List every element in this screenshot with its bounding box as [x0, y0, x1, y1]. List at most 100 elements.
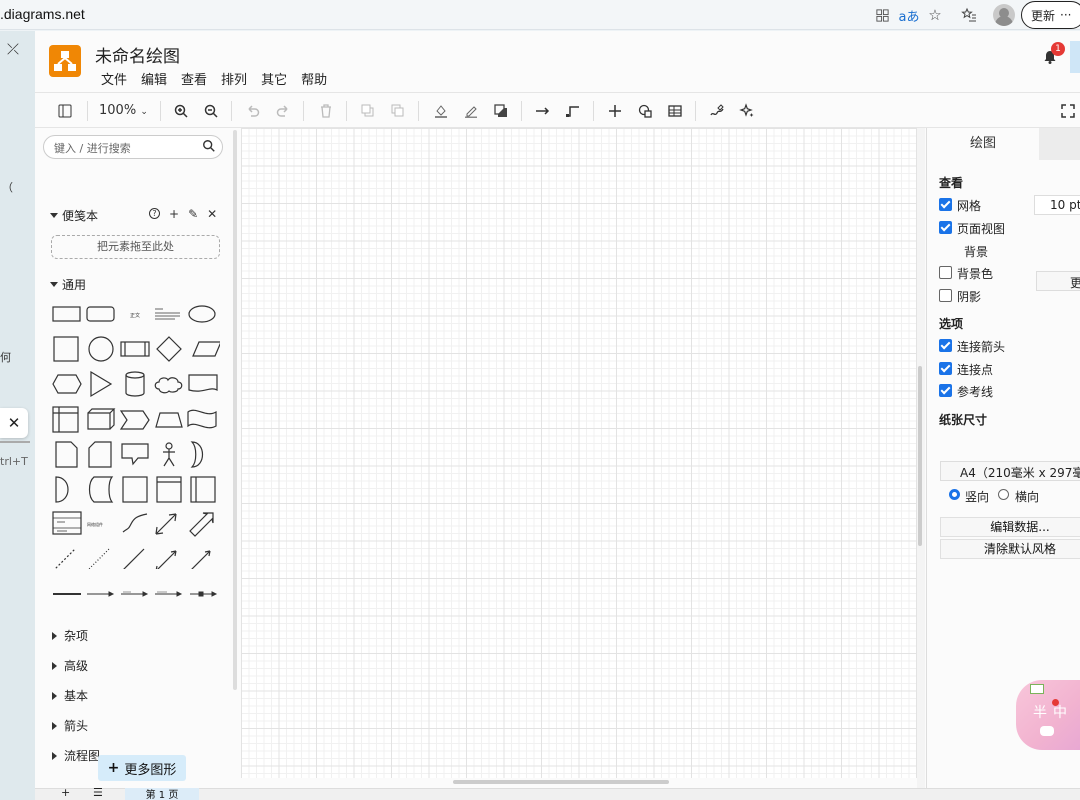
format-panel-toggle-icon[interactable]	[55, 101, 75, 121]
ai-sparkle-icon[interactable]	[737, 101, 757, 121]
flowchart-section-header[interactable]: 流程图	[50, 747, 100, 764]
shape-swimlane	[190, 476, 216, 503]
clear-default-style-button[interactable]: 清除默认风格	[940, 539, 1080, 559]
general-shapes-palette: 正文 网络组件	[52, 305, 220, 569]
tab-diagram[interactable]: 绘图	[927, 128, 1039, 160]
shape-search-input[interactable]: 键入 / 进行搜索	[43, 135, 223, 159]
menu-arrange[interactable]: 排列	[221, 69, 247, 88]
shadow-checkbox[interactable]	[939, 289, 952, 302]
grid-size-input[interactable]: 10 pt	[1034, 195, 1080, 215]
shape-dashed-line	[54, 548, 76, 569]
page-tab[interactable]: 第 1 页	[125, 788, 199, 800]
edge-fragment-1: （	[2, 181, 13, 194]
translate-icon[interactable]: aあ	[898, 4, 920, 26]
address-bar[interactable]: .diagrams.net	[0, 6, 85, 22]
edit-pencil-icon[interactable]: ✎	[188, 207, 198, 221]
line-color-icon[interactable]	[461, 101, 481, 121]
update-button[interactable]: 更新 ···	[1021, 1, 1080, 29]
shape-container	[122, 476, 148, 503]
landscape-label: 横向	[1015, 490, 1040, 504]
help-icon[interactable]: ?	[149, 208, 160, 219]
scratchpad-header[interactable]: 便笺本	[50, 207, 98, 224]
zoom-level: 100%	[99, 103, 137, 118]
shape-triangle	[90, 370, 113, 398]
portrait-radio[interactable]	[949, 489, 960, 500]
insert-shapes-icon[interactable]	[635, 101, 655, 121]
to-back-icon[interactable]	[388, 101, 408, 121]
delete-icon[interactable]	[316, 101, 336, 121]
landscape-radio[interactable]	[998, 489, 1009, 500]
connection-arrow-icon[interactable]	[533, 101, 553, 121]
profile-avatar[interactable]	[993, 4, 1015, 26]
shape-delay	[55, 476, 69, 503]
menu-edit[interactable]: 编辑	[141, 69, 167, 88]
mascot-icon	[1040, 726, 1054, 736]
diagram-canvas[interactable]	[241, 128, 917, 778]
page-view-checkbox[interactable]	[939, 221, 952, 234]
toolbar-divider	[418, 101, 419, 121]
sidebar-scrollbar[interactable]	[233, 130, 237, 690]
advanced-section-header[interactable]: 高级	[50, 657, 88, 674]
guides-checkbox[interactable]	[939, 384, 952, 397]
canvas-horizontal-scrollbar[interactable]	[453, 780, 669, 784]
advanced-label: 高级	[64, 659, 89, 673]
assistant-widget[interactable]: 半中	[1016, 680, 1080, 750]
zoom-in-icon[interactable]	[171, 101, 191, 121]
close-icon[interactable]: ✕	[207, 207, 217, 221]
shape-text: 正文	[130, 312, 140, 319]
search-icon[interactable]	[202, 139, 216, 153]
close-icon[interactable]: ✕	[0, 408, 28, 438]
menu-file[interactable]: 文件	[101, 69, 127, 88]
canvas-vertical-scrollbar[interactable]	[918, 366, 922, 546]
shape-textbox	[155, 308, 180, 320]
basic-section-header[interactable]: 基本	[50, 687, 88, 704]
scratchpad-dropzone[interactable]: 把元素拖至此处	[51, 235, 220, 259]
misc-section-header[interactable]: 杂项	[50, 627, 88, 644]
chevron-right-icon	[52, 631, 57, 640]
fill-color-icon[interactable]	[431, 101, 451, 121]
shape-circle	[88, 336, 114, 362]
tab-style[interactable]	[1039, 128, 1080, 160]
arrows-section-header[interactable]: 箭头	[50, 717, 88, 734]
update-label: 更新	[1031, 8, 1056, 23]
background-button[interactable]: 更	[1036, 271, 1080, 291]
grid-checkbox[interactable]	[939, 198, 952, 211]
shape-callout	[121, 443, 149, 466]
unpin-icon[interactable]: ⤫	[7, 40, 19, 58]
document-title[interactable]: 未命名绘图	[95, 42, 180, 67]
add-page-icon[interactable]: +	[61, 786, 70, 799]
menu-help[interactable]: 帮助	[301, 69, 327, 88]
menu-extras[interactable]: 其它	[261, 69, 287, 88]
insert-plus-icon[interactable]	[605, 101, 625, 121]
zoom-dropdown[interactable]: 100% ⌄	[99, 103, 148, 118]
shadow-icon[interactable]	[491, 101, 511, 121]
more-shapes-label: 更多图形	[124, 762, 177, 778]
connector-link	[87, 591, 115, 597]
to-front-icon[interactable]	[358, 101, 378, 121]
connection-arrows-checkbox[interactable]	[939, 339, 952, 352]
zoom-out-icon[interactable]	[201, 101, 221, 121]
shape-or	[190, 441, 204, 468]
favorite-star-icon[interactable]: ☆	[924, 4, 946, 26]
apps-icon[interactable]	[871, 4, 893, 26]
waypoints-icon[interactable]	[563, 101, 583, 121]
shape-process	[120, 341, 150, 357]
menu-view[interactable]: 查看	[181, 69, 207, 88]
freehand-icon[interactable]	[707, 101, 727, 121]
add-icon[interactable]: +	[169, 207, 179, 221]
share-button[interactable]	[1070, 41, 1080, 73]
connection-points-checkbox[interactable]	[939, 362, 952, 375]
paper-size-select[interactable]: A4（210毫米 x 297毫	[940, 461, 1080, 481]
shape-cube	[87, 408, 116, 430]
shape-curve	[122, 513, 148, 533]
edit-data-button[interactable]: 编辑数据...	[940, 517, 1080, 537]
redo-icon[interactable]	[273, 101, 293, 121]
table-icon[interactable]	[665, 101, 685, 121]
shape-dotted-line	[88, 548, 110, 569]
undo-icon[interactable]	[243, 101, 263, 121]
background-color-checkbox[interactable]	[939, 266, 952, 279]
pages-menu-icon[interactable]: ☰	[93, 786, 103, 799]
more-shapes-button[interactable]: + 更多图形	[98, 755, 186, 781]
favorites-list-icon[interactable]	[958, 4, 980, 26]
fullscreen-icon[interactable]	[1058, 101, 1078, 121]
